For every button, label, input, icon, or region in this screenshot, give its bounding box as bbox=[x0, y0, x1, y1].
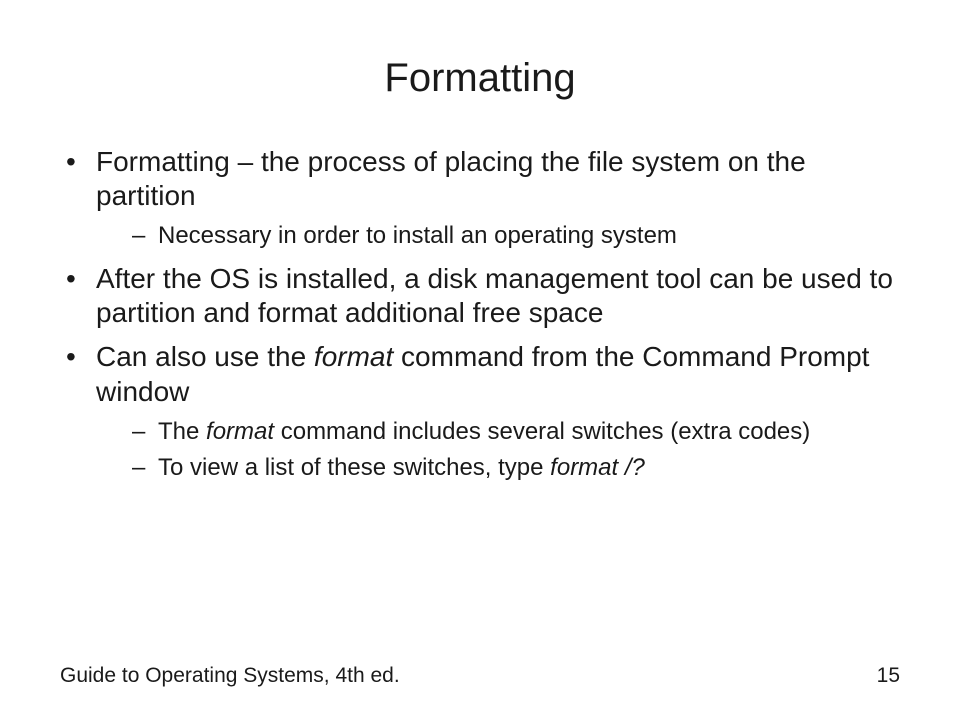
sub-bullet-text: Necessary in order to install an operati… bbox=[158, 222, 677, 249]
slide: Formatting Formatting – the process of p… bbox=[0, 0, 960, 720]
sub-bullet-text-part: The bbox=[158, 418, 206, 445]
bullet-item: Formatting – the process of placing the … bbox=[60, 145, 900, 252]
slide-footer: Guide to Operating Systems, 4th ed. 15 bbox=[60, 664, 900, 688]
sub-bullet-list: The format command includes several swit… bbox=[96, 417, 900, 484]
bullet-text: After the OS is installed, a disk manage… bbox=[96, 263, 893, 328]
slide-title: Formatting bbox=[60, 56, 900, 101]
bullet-text-part: Can also use the bbox=[96, 341, 314, 372]
sub-bullet-text-part: command includes several switches (extra… bbox=[274, 418, 810, 445]
bullet-text: Formatting – the process of placing the … bbox=[96, 146, 806, 211]
sub-bullet-list: Necessary in order to install an operati… bbox=[96, 221, 900, 252]
sub-bullet-item: Necessary in order to install an operati… bbox=[96, 221, 900, 252]
footer-source: Guide to Operating Systems, 4th ed. bbox=[60, 664, 400, 688]
sub-bullet-text-part: To view a list of these switches, type bbox=[158, 454, 550, 481]
sub-bullet-item: To view a list of these switches, type f… bbox=[96, 453, 900, 484]
sub-bullet-item: The format command includes several swit… bbox=[96, 417, 900, 448]
sub-bullet-text-italic: format bbox=[206, 418, 274, 445]
bullet-text-italic: format bbox=[314, 341, 393, 372]
bullet-item: After the OS is installed, a disk manage… bbox=[60, 262, 900, 330]
bullet-item: Can also use the format command from the… bbox=[60, 340, 900, 484]
bullet-list: Formatting – the process of placing the … bbox=[60, 145, 900, 484]
footer-page-number: 15 bbox=[877, 664, 900, 688]
sub-bullet-text-italic: format /? bbox=[550, 454, 645, 481]
